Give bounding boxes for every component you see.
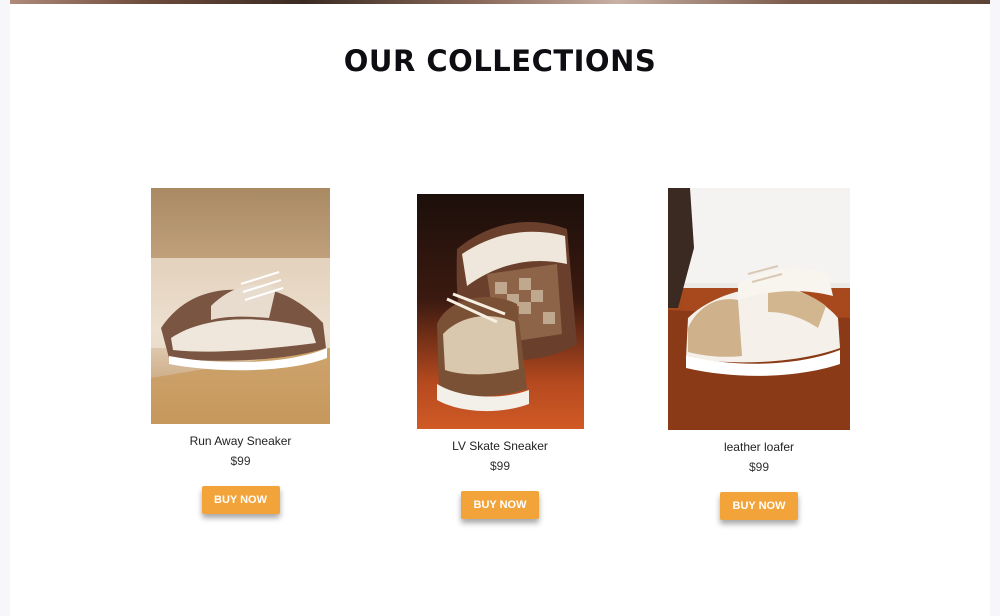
product-name: Run Away Sneaker xyxy=(189,434,292,448)
buy-now-button[interactable]: BUY NOW xyxy=(201,486,280,514)
product-price: $99 xyxy=(230,454,251,468)
product-card: LV Skate Sneaker $99 BUY NOW xyxy=(410,194,590,519)
sneaker-image-lv-skate xyxy=(416,194,584,429)
product-name: leather loafer xyxy=(723,440,795,454)
product-card: Run Away Sneaker $99 BUY NOW xyxy=(151,188,330,514)
hero-image-strip xyxy=(10,0,990,4)
section-title: OUR COLLECTIONS xyxy=(343,44,657,78)
product-price: $99 xyxy=(748,460,770,474)
product-card: leather loafer $99 BUY NOW xyxy=(668,188,850,520)
buy-now-button[interactable]: BUY NOW xyxy=(720,492,798,520)
product-price: $99 xyxy=(489,459,511,473)
product-image[interactable] xyxy=(151,188,330,424)
product-image[interactable] xyxy=(668,188,850,430)
sneaker-image-run-away xyxy=(151,188,330,424)
product-image[interactable] xyxy=(416,194,584,429)
buy-now-button[interactable]: BUY NOW xyxy=(461,491,539,519)
sneaker-image-leather-loafer xyxy=(668,188,850,430)
product-name: LV Skate Sneaker xyxy=(452,439,548,453)
collections-page: OUR COLLECTIONS Run Away Sneaker $99 BUY… xyxy=(10,0,990,616)
